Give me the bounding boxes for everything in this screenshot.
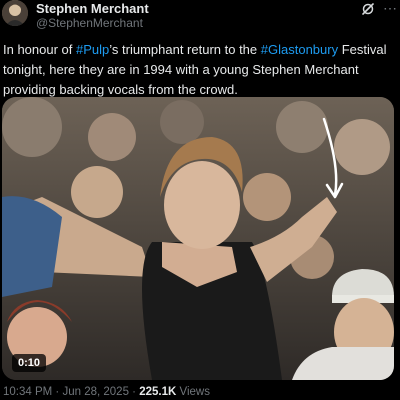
tweet-text: In honour of #Pulp’s triumphant return t… (3, 40, 395, 100)
video-duration: 0:10 (12, 354, 47, 372)
display-name[interactable]: Stephen Merchant (36, 1, 149, 16)
hashtag-glastonbury[interactable]: #Glastonbury (261, 42, 338, 57)
meta-separator: · (52, 386, 63, 398)
post-time[interactable]: 10:34 PM (3, 386, 52, 398)
video-player[interactable]: 0:10 (2, 97, 394, 380)
user-handle[interactable]: @StephenMerchant (36, 16, 143, 30)
tweet-text-part: ’s triumphant return to the (109, 42, 261, 57)
more-icon[interactable]: ⋯ (382, 1, 398, 16)
tweet-meta: 10:34 PM · Jun 28, 2025 · 225.1K Views (3, 386, 210, 398)
grok-icon[interactable] (361, 2, 375, 16)
video-frame (2, 97, 394, 380)
views-count: 225.1K (139, 386, 177, 398)
post-date[interactable]: Jun 28, 2025 (62, 386, 129, 398)
avatar[interactable] (2, 0, 28, 26)
tweet-text-part: In honour of (3, 42, 76, 57)
tweet-header: Stephen Merchant @StephenMerchant ⋯ (0, 0, 400, 34)
meta-separator: · (128, 386, 140, 398)
hashtag-pulp[interactable]: #Pulp (76, 42, 109, 57)
views-label: Views (176, 386, 210, 398)
